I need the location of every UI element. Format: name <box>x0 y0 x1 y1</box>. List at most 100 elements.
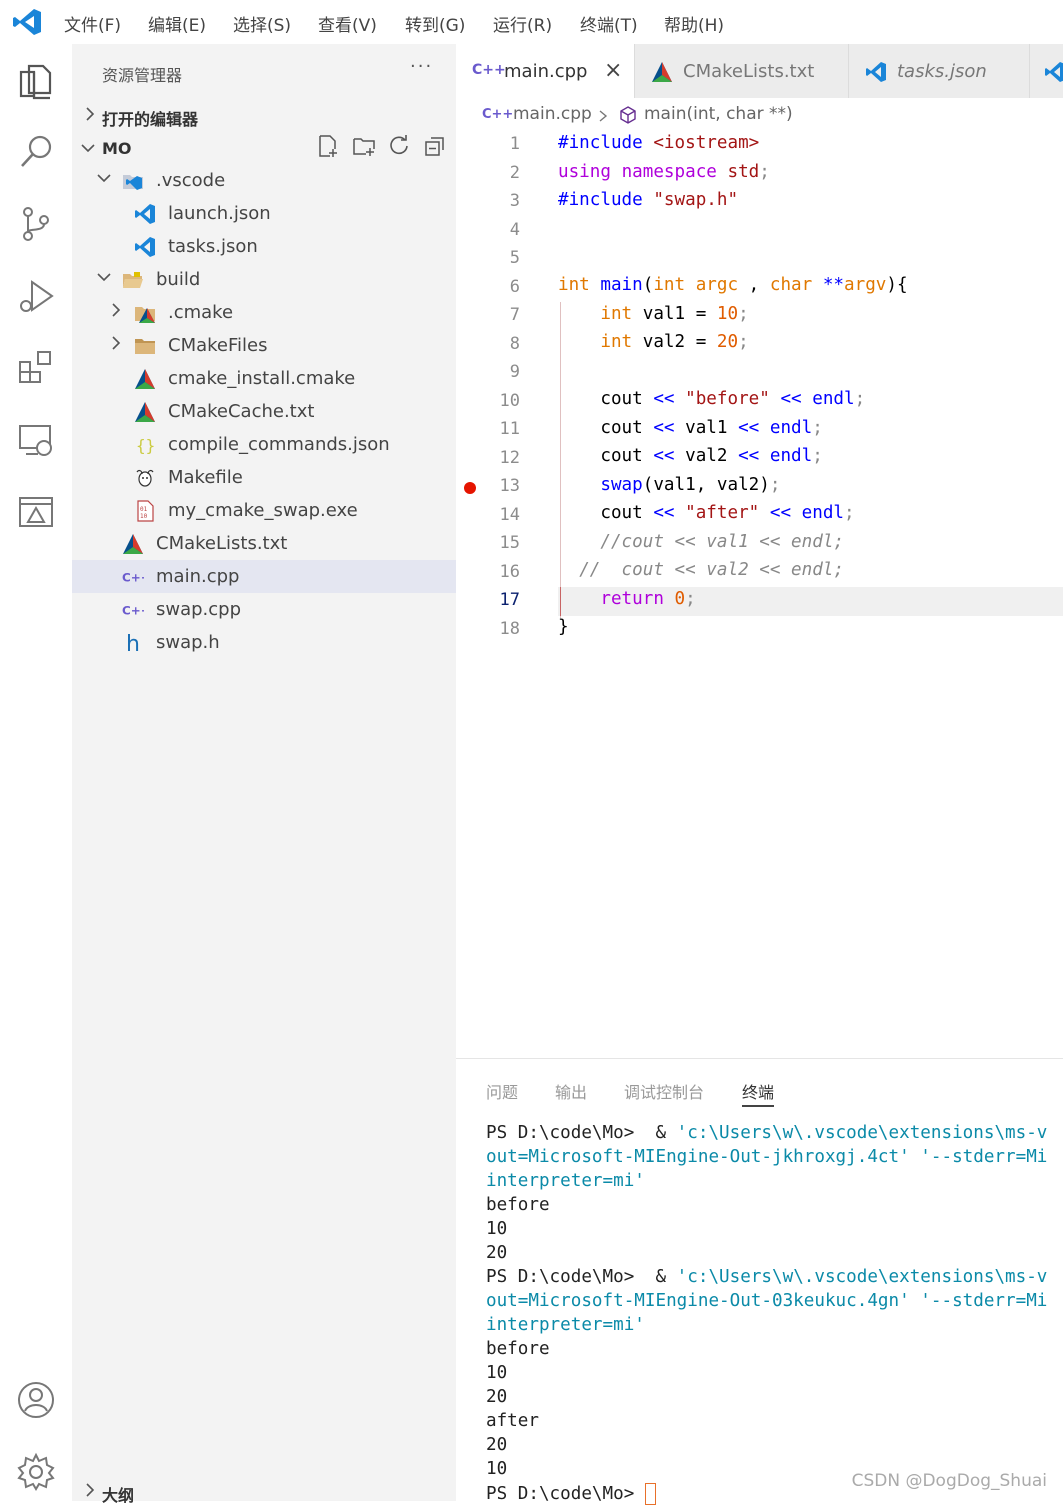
chevron-down-icon[interactable] <box>96 170 112 186</box>
code-editor[interactable]: 1 2 3 4 5 6 7 8 9 10 11 12 13 14 15 16 17 18 #include <io… <box>456 132 1063 1058</box>
menu-file[interactable]: 文件(F) <box>64 11 121 36</box>
tab-overflow[interactable] <box>1030 44 1063 98</box>
code-line-11: cout << val1 << endl; <box>558 418 823 438</box>
code-line-14: cout << "after" << endl; <box>558 503 855 523</box>
chevron-down-icon[interactable] <box>96 269 112 285</box>
run-debug-icon[interactable] <box>16 276 56 316</box>
terminal-line: PS D:\code\Mo> & 'c:\Users\w\.vscode\ext… <box>486 1267 1048 1287</box>
cpp-icon: C++ <box>472 62 506 78</box>
code-line-18: } <box>558 617 569 637</box>
source-control-icon[interactable] <box>16 204 56 244</box>
terminal-line: before <box>486 1339 550 1359</box>
line-number: 2 <box>509 162 520 183</box>
tree-item[interactable]: build <box>72 263 456 296</box>
tab-debug-console[interactable]: 调试控制台 <box>624 1079 704 1103</box>
chevron-right-icon[interactable] <box>108 335 124 351</box>
line-number: 15 <box>499 533 520 553</box>
tab-problems[interactable]: 问题 <box>486 1079 518 1103</box>
terminal-line: out=Microsoft-MIEngine-Out-jkhroxgj.4ct'… <box>486 1147 1048 1167</box>
tab-main-cpp[interactable]: C++ main.cpp × <box>456 44 635 98</box>
cpp-icon: C++ <box>122 599 151 621</box>
cmake-panel-icon[interactable] <box>16 492 56 532</box>
refresh-icon[interactable] <box>387 134 411 158</box>
outline-section[interactable]: 大纲 <box>102 1482 134 1506</box>
remote-explorer-icon[interactable] <box>16 420 56 460</box>
accounts-icon[interactable] <box>16 1380 56 1420</box>
tree-item[interactable]: CMakeLists.txt <box>72 527 456 560</box>
tree-item[interactable]: 01 10 my_cmake_swap.exe <box>72 494 456 527</box>
explorer-icon[interactable] <box>16 60 56 100</box>
code-line-8: int val2 = 20; <box>600 332 749 352</box>
chevron-down-icon[interactable] <box>80 140 96 156</box>
menu-edit[interactable]: 编辑(E) <box>148 11 206 36</box>
tree-item[interactable]: launch.json <box>72 197 456 230</box>
vscode-file-icon <box>134 236 156 258</box>
chevron-right-icon <box>599 110 608 122</box>
open-editors-section[interactable]: 打开的编辑器 <box>102 106 198 130</box>
chevron-right-icon[interactable] <box>108 302 124 318</box>
tab-output[interactable]: 输出 <box>555 1079 587 1103</box>
folder-section-title[interactable]: MO <box>102 139 132 158</box>
svg-text:10: 10 <box>140 513 148 520</box>
code-line-3: #include "swap.h" <box>558 190 739 210</box>
tab-tasks-json[interactable]: tasks.json <box>849 44 1030 98</box>
settings-gear-icon[interactable] <box>16 1452 56 1492</box>
menu-terminal[interactable]: 终端(T) <box>580 11 638 36</box>
tree-item-label: CMakeFiles <box>168 335 268 356</box>
method-cube-icon <box>620 106 636 124</box>
tree-item[interactable]: C++ swap.cpp <box>72 593 456 626</box>
tree-item[interactable]: .cmake <box>72 296 456 329</box>
tree-item[interactable]: CMakeFiles <box>72 329 456 362</box>
terminal-cursor <box>644 1483 656 1505</box>
terminal-line: after <box>486 1411 539 1431</box>
menu-view[interactable]: 查看(V) <box>318 11 377 36</box>
chevron-right-icon[interactable] <box>82 1482 98 1498</box>
code-line-2: using namespace std; <box>558 162 770 182</box>
tree-item-label: launch.json <box>168 203 271 224</box>
code-line-17: return 0; <box>600 589 696 609</box>
search-icon[interactable] <box>16 132 56 172</box>
close-icon[interactable]: × <box>604 58 622 83</box>
tree-item-label: tasks.json <box>168 236 258 257</box>
tree-item[interactable]: C++ main.cpp <box>72 560 456 593</box>
terminal-line: 10 <box>486 1363 508 1383</box>
tree-item[interactable]: Makefile <box>72 461 456 494</box>
more-actions-icon[interactable]: ··· <box>410 56 433 77</box>
tab-terminal[interactable]: 终端 <box>742 1079 775 1107</box>
tree-item-label: CMakeLists.txt <box>156 533 288 554</box>
line-number: 11 <box>499 419 520 439</box>
tree-item[interactable]: cmake_install.cmake <box>72 362 456 395</box>
tab-cmakelists[interactable]: CMakeLists.txt <box>635 44 849 98</box>
json-braces-icon: {} <box>134 434 156 456</box>
line-number: 12 <box>499 447 520 468</box>
terminal-line: 20 <box>486 1435 508 1455</box>
menu-go[interactable]: 转到(G) <box>405 11 465 36</box>
tree-item[interactable]: {} compile_commands.json <box>72 428 456 461</box>
new-file-icon[interactable] <box>316 134 340 158</box>
terminal-line: PS D:\code\Mo> <box>486 1483 656 1505</box>
vscode-logo-icon <box>13 9 41 35</box>
code-line-1: #include <iostream> <box>558 133 760 153</box>
tree-item[interactable]: .vscode <box>72 164 456 197</box>
breadcrumb-symbol[interactable]: main(int, char **) <box>644 104 793 124</box>
menu-run[interactable]: 运行(R) <box>493 11 552 36</box>
line-number: 9 <box>509 362 520 382</box>
chevron-right-icon[interactable] <box>82 106 98 122</box>
code-line-7: int val1 = 10; <box>600 304 749 324</box>
terminal-line: PS D:\code\Mo> & 'c:\Users\w\.vscode\ext… <box>486 1123 1048 1143</box>
new-folder-icon[interactable] <box>352 134 376 158</box>
terminal-line: interpreter=mi' <box>486 1315 645 1335</box>
tree-item[interactable]: h swap.h <box>72 626 456 659</box>
tree-item-label: CMakeCache.txt <box>168 401 315 422</box>
cmake-icon <box>134 368 156 390</box>
breadcrumb-file[interactable]: main.cpp <box>513 104 592 124</box>
menu-help[interactable]: 帮助(H) <box>664 11 724 36</box>
breakpoint-icon[interactable] <box>464 482 476 494</box>
extensions-icon[interactable] <box>16 348 56 388</box>
code-line-13: swap(val1, val2); <box>600 475 781 495</box>
tree-item[interactable]: tasks.json <box>72 230 456 263</box>
menu-selection[interactable]: 选择(S) <box>233 11 291 36</box>
tree-item[interactable]: CMakeCache.txt <box>72 395 456 428</box>
line-number: 7 <box>509 305 520 325</box>
collapse-all-icon[interactable] <box>423 134 447 158</box>
